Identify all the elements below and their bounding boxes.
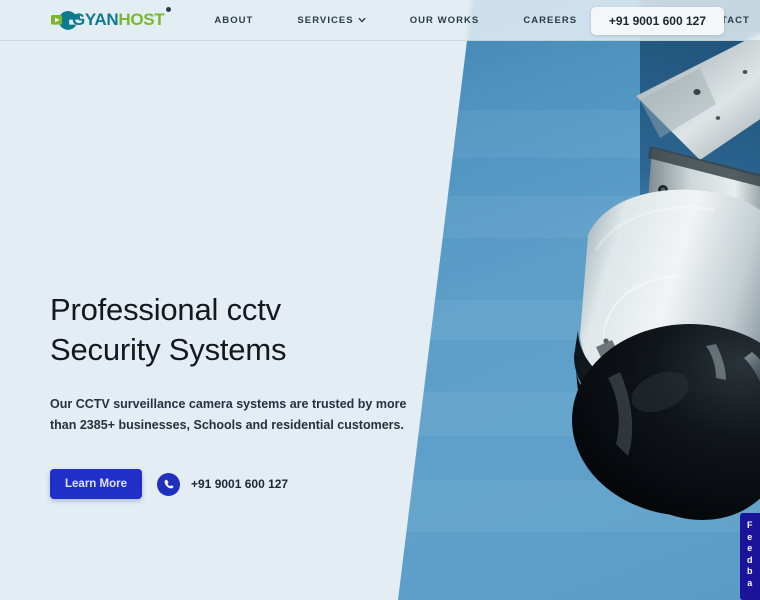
hero-subtitle: Our CCTV surveillance camera systems are…	[50, 397, 407, 432]
nav-item-our-works[interactable]: OUR WORKS	[388, 0, 502, 41]
nav-label: OUR WORKS	[409, 14, 480, 26]
nav-item-careers[interactable]: CAREERS	[501, 0, 599, 41]
phone-icon-badge	[157, 472, 180, 496]
feedback-letter: a	[747, 577, 753, 588]
hero-title: Professional cctv Security Systems	[50, 290, 450, 370]
feedback-letter: e	[747, 531, 753, 542]
hero-actions: Learn More +91 9001 600 127	[50, 469, 450, 499]
feedback-letter: d	[747, 554, 753, 565]
feedback-letter: F	[747, 520, 753, 530]
chevron-down-icon	[358, 17, 366, 23]
hero-title-line-1: Professional cctv	[50, 292, 281, 327]
hero-phone-group[interactable]: +91 9001 600 127	[157, 472, 288, 496]
photo-highlight	[120, 60, 310, 260]
feedback-letter: b	[747, 566, 753, 576]
nav-item-about[interactable]: ABOUT	[192, 0, 275, 41]
site-header: GYANHOST ABOUT SERVICES OUR WORKS CAREER…	[0, 0, 760, 41]
feedback-letter: e	[747, 543, 753, 553]
hero-title-line-2: Security Systems	[50, 332, 287, 367]
logo-trademark-dot	[166, 7, 172, 12]
logo-wordmark: GYANHOST	[72, 7, 172, 30]
hero-section: Professional cctv Security Systems Our C…	[50, 290, 450, 499]
landing-page: GYANHOST ABOUT SERVICES OUR WORKS CAREER…	[0, 0, 760, 600]
logo-text-part2: HOST	[118, 10, 165, 29]
hero-phone-number[interactable]: +91 9001 600 127	[191, 477, 288, 491]
nav-label: ABOUT	[214, 14, 254, 26]
nav-label: CAREERS	[523, 14, 578, 26]
nav-item-services[interactable]: SERVICES	[275, 0, 387, 41]
logo-text-part1: GYAN	[72, 10, 119, 29]
phone-handset-icon	[164, 479, 173, 489]
learn-more-button[interactable]: Learn More	[50, 469, 142, 499]
header-phone-button[interactable]: +91 9001 600 127	[590, 7, 724, 35]
nav-label: SERVICES	[297, 14, 354, 26]
site-logo[interactable]: GYANHOST	[50, 0, 172, 40]
feedback-tab[interactable]: F e e d b a	[740, 513, 760, 600]
